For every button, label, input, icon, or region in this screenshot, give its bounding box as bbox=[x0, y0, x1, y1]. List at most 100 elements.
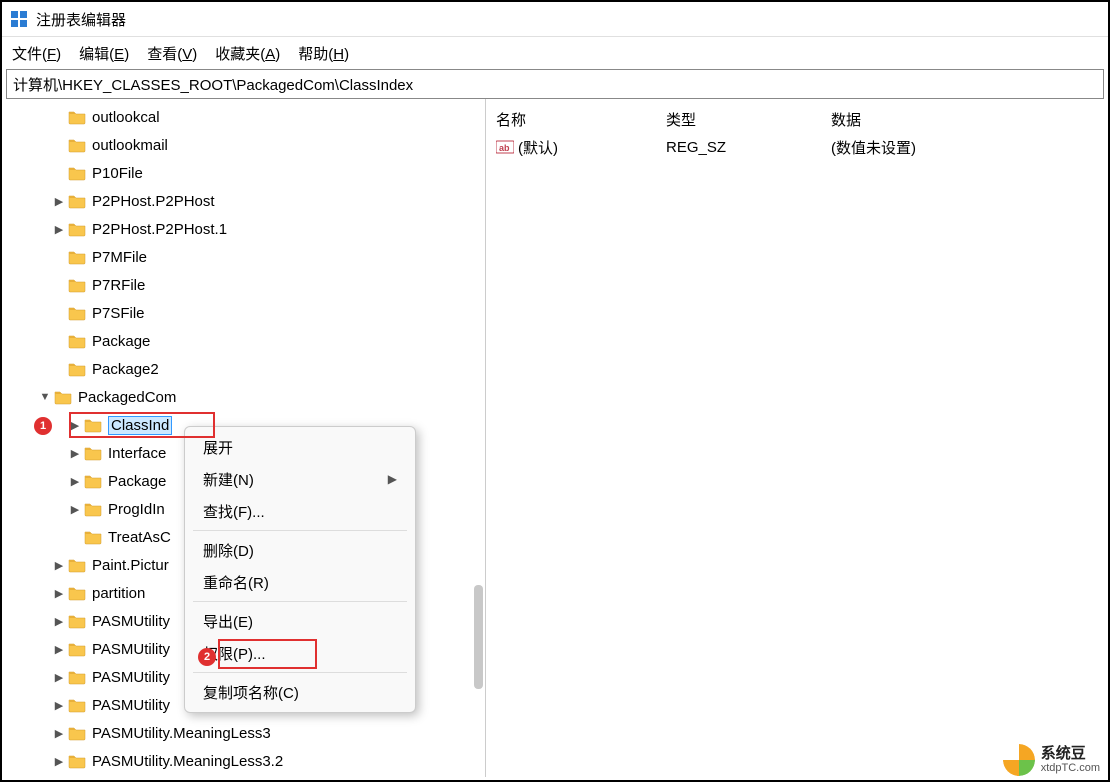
folder-icon bbox=[68, 613, 86, 629]
expand-icon[interactable]: ▶ bbox=[52, 614, 66, 628]
folder-icon bbox=[68, 641, 86, 657]
expand-icon[interactable]: ▶ bbox=[52, 754, 66, 768]
title-bar: 注册表编辑器 bbox=[2, 2, 1108, 37]
folder-icon bbox=[68, 697, 86, 713]
folder-icon bbox=[84, 417, 102, 433]
folder-icon bbox=[54, 389, 72, 405]
submenu-arrow-icon: ▶ bbox=[388, 472, 397, 486]
ctx-separator bbox=[193, 672, 407, 673]
tree-item-label: Package bbox=[108, 473, 166, 490]
folder-icon bbox=[84, 445, 102, 461]
tree-item-p2phost-p2phost[interactable]: ▶P2PHost.P2PHost bbox=[2, 187, 485, 215]
window-title: 注册表编辑器 bbox=[36, 9, 126, 30]
menu-file[interactable]: 文件(F) bbox=[12, 43, 61, 64]
tree-item-packagedcom[interactable]: ▼ PackagedCom bbox=[2, 383, 485, 411]
expand-icon[interactable]: ▶ bbox=[52, 222, 66, 236]
menu-help[interactable]: 帮助(H) bbox=[298, 43, 349, 64]
tree-item-pasmutility-meaningless3-2[interactable]: ▶ PASMUtility.MeaningLess3.2 bbox=[2, 747, 485, 775]
tree-item-label: Paint.Pictur bbox=[92, 557, 169, 574]
tree-item-p7sfile[interactable]: P7SFile bbox=[2, 299, 485, 327]
folder-icon bbox=[68, 725, 86, 741]
tree-item-label: PASMUtility bbox=[92, 669, 170, 686]
menu-favorites[interactable]: 收藏夹(A) bbox=[215, 43, 280, 64]
ctx-delete[interactable]: 删除(D) bbox=[185, 534, 415, 566]
ctx-permissions[interactable]: 权限(P)... bbox=[185, 637, 415, 669]
ctx-rename[interactable]: 重命名(R) bbox=[185, 566, 415, 598]
ctx-separator bbox=[193, 601, 407, 602]
expand-spacer bbox=[52, 250, 66, 264]
svg-text:ab: ab bbox=[499, 143, 510, 153]
tree-item-label: PackagedCom bbox=[78, 389, 176, 406]
tree-item-p2phost-p2phost-1[interactable]: ▶P2PHost.P2PHost.1 bbox=[2, 215, 485, 243]
tree-item-package2[interactable]: Package2 bbox=[2, 355, 485, 383]
main-area: outlookcaloutlookmailP10File▶P2PHost.P2P… bbox=[2, 99, 1108, 777]
folder-icon bbox=[68, 277, 86, 293]
tree-item-p7mfile[interactable]: P7MFile bbox=[2, 243, 485, 271]
expand-spacer bbox=[52, 278, 66, 292]
folder-icon bbox=[68, 193, 86, 209]
ctx-copy-key-name[interactable]: 复制项名称(C) bbox=[185, 676, 415, 708]
tree-item-label: PASMUtility bbox=[92, 641, 170, 658]
expand-icon[interactable]: ▶ bbox=[52, 670, 66, 684]
tree-item-p7rfile[interactable]: P7RFile bbox=[2, 271, 485, 299]
expand-icon[interactable]: ▶ bbox=[52, 586, 66, 600]
col-header-data[interactable]: 数据 bbox=[831, 109, 1108, 130]
folder-icon bbox=[84, 473, 102, 489]
col-header-name[interactable]: 名称 bbox=[496, 109, 666, 130]
folder-icon bbox=[68, 361, 86, 377]
folder-icon bbox=[68, 109, 86, 125]
tree-item-label: PASMUtility bbox=[92, 697, 170, 714]
expand-icon[interactable]: ▶ bbox=[52, 558, 66, 572]
expand-icon[interactable]: ▶ bbox=[68, 418, 82, 432]
col-header-type[interactable]: 类型 bbox=[666, 109, 831, 130]
scrollbar-thumb[interactable] bbox=[474, 585, 483, 689]
expand-icon[interactable]: ▶ bbox=[68, 474, 82, 488]
value-data: (数值未设置) bbox=[831, 137, 1108, 158]
folder-icon bbox=[68, 585, 86, 601]
folder-icon bbox=[68, 669, 86, 685]
tree-item-label: P7MFile bbox=[92, 249, 147, 266]
expand-spacer bbox=[52, 362, 66, 376]
ctx-new[interactable]: 新建(N)▶ bbox=[185, 463, 415, 495]
tree-item-label: TreatAsC bbox=[108, 529, 171, 546]
expand-icon[interactable]: ▶ bbox=[52, 194, 66, 208]
tree-item-outlookcal[interactable]: outlookcal bbox=[2, 103, 485, 131]
expand-icon[interactable]: ▶ bbox=[68, 446, 82, 460]
tree-item-label: partition bbox=[92, 585, 145, 602]
menu-edit[interactable]: 编辑(E) bbox=[79, 43, 129, 64]
ctx-find[interactable]: 查找(F)... bbox=[185, 495, 415, 527]
tree-item-label: ClassInd bbox=[108, 416, 172, 435]
expand-spacer bbox=[52, 138, 66, 152]
expand-spacer bbox=[68, 530, 82, 544]
tree-item-p10file[interactable]: P10File bbox=[2, 159, 485, 187]
annotation-badge-2: 2 bbox=[198, 648, 216, 666]
expand-icon[interactable]: ▶ bbox=[68, 502, 82, 516]
folder-icon bbox=[68, 221, 86, 237]
value-name: (默认) bbox=[518, 137, 558, 158]
regedit-icon bbox=[10, 10, 28, 28]
tree-item-outlookmail[interactable]: outlookmail bbox=[2, 131, 485, 159]
list-header: 名称 类型 数据 bbox=[496, 105, 1108, 133]
list-row[interactable]: ab (默认) REG_SZ (数值未设置) bbox=[496, 133, 1108, 161]
ctx-expand[interactable]: 展开 bbox=[185, 431, 415, 463]
folder-icon bbox=[68, 333, 86, 349]
tree-item-pasmutility-meaningless3[interactable]: ▶ PASMUtility.MeaningLess3 bbox=[2, 719, 485, 747]
address-text: 计算机\HKEY_CLASSES_ROOT\PackagedCom\ClassI… bbox=[13, 74, 413, 95]
expand-icon[interactable]: ▶ bbox=[52, 726, 66, 740]
folder-icon bbox=[84, 529, 102, 545]
folder-icon bbox=[68, 137, 86, 153]
menu-view[interactable]: 查看(V) bbox=[147, 43, 197, 64]
tree-item-label: Package bbox=[92, 333, 150, 350]
tree-item-label: PASMUtility.MeaningLess3 bbox=[92, 725, 271, 742]
watermark-sub: xtdpTC.com bbox=[1041, 762, 1100, 774]
ctx-export[interactable]: 导出(E) bbox=[185, 605, 415, 637]
list-pane[interactable]: 名称 类型 数据 ab (默认) REG_SZ (数值未设置) bbox=[486, 99, 1108, 777]
collapse-icon[interactable]: ▼ bbox=[38, 390, 52, 404]
watermark: 系统豆 xtdpTC.com bbox=[1003, 744, 1100, 776]
context-menu: 展开 新建(N)▶ 查找(F)... 删除(D) 重命名(R) 导出(E) 权限… bbox=[184, 426, 416, 713]
address-bar[interactable]: 计算机\HKEY_CLASSES_ROOT\PackagedCom\ClassI… bbox=[6, 69, 1104, 99]
expand-icon[interactable]: ▶ bbox=[52, 698, 66, 712]
tree-item-label: PASMUtility.MeaningLess3.2 bbox=[92, 753, 283, 770]
tree-item-package[interactable]: Package bbox=[2, 327, 485, 355]
expand-icon[interactable]: ▶ bbox=[52, 642, 66, 656]
